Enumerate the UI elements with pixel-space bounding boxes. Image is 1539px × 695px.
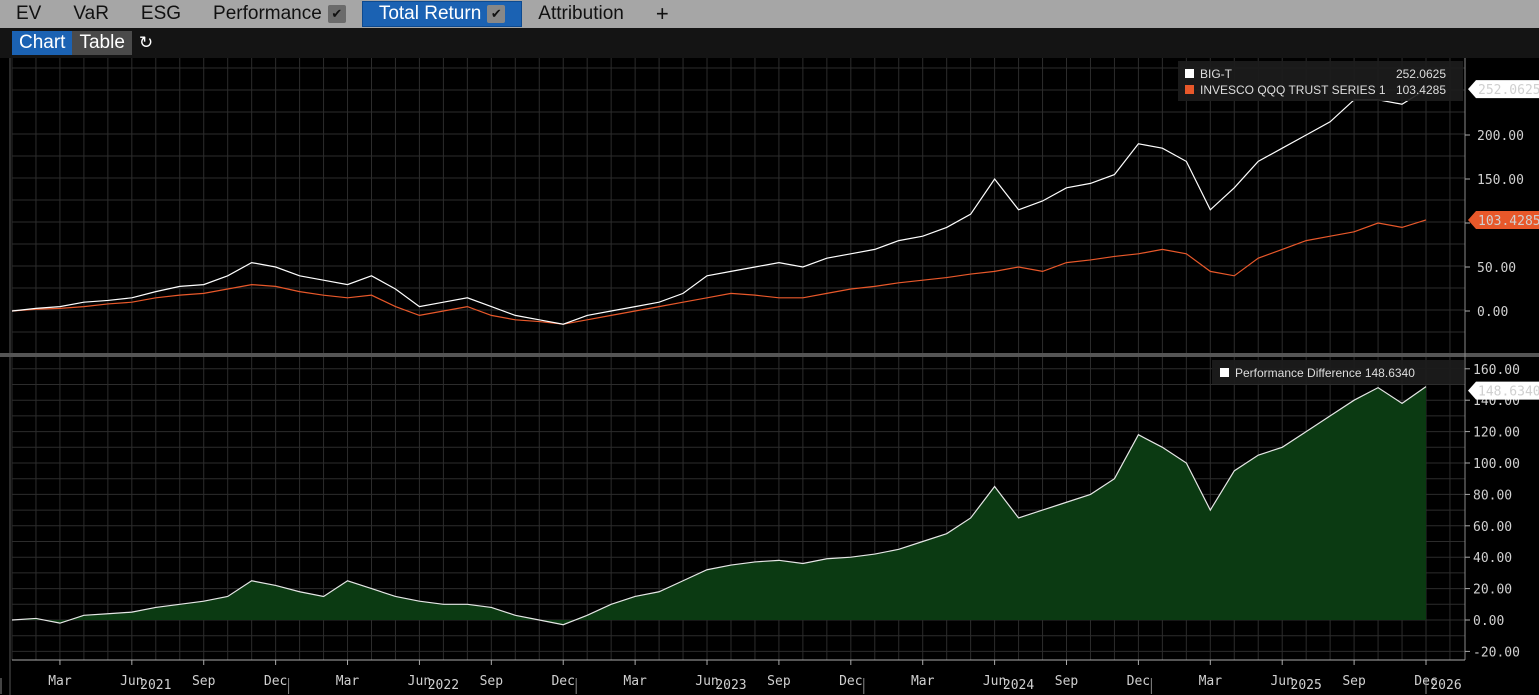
- x-tick-label: Dec: [839, 674, 862, 689]
- y-tick-label: 80.00: [1473, 488, 1512, 503]
- chart-area[interactable]: 0.00 50.00 100.00 150.00 200.00 -20.00 0.00 20.…: [0, 58, 1539, 695]
- x-tick-label: Mar: [1199, 674, 1223, 689]
- x-tick-label: Dec: [551, 674, 574, 689]
- tab-ev[interactable]: EV: [0, 1, 57, 27]
- x-tick-label: Sep: [1055, 674, 1079, 689]
- tab-label: Total Return: [378, 3, 482, 24]
- bigt-last-tag: 252.0625: [1478, 83, 1539, 98]
- legend-label: BIG-T: [1200, 67, 1233, 81]
- legend-swatch-bigt: [1185, 69, 1194, 78]
- x-tick-label: Dec: [264, 674, 287, 689]
- y-tick-label: -20.00: [1473, 645, 1520, 660]
- y-tick-label: 40.00: [1473, 551, 1512, 566]
- legend-swatch-diff: [1220, 368, 1229, 377]
- x-year-label: 2026: [1430, 678, 1461, 693]
- x-year-label: 2024: [1003, 678, 1034, 693]
- legend-value: 103.4285: [1396, 83, 1446, 97]
- tab-label: EV: [16, 3, 42, 24]
- add-tab-button[interactable]: +: [640, 1, 685, 27]
- x-tick-label: Mar: [48, 674, 72, 689]
- tab-performance[interactable]: Performance ✔: [197, 1, 362, 27]
- tab-label: Performance: [213, 3, 322, 24]
- x-year-label: 2022: [428, 678, 459, 693]
- panel-divider: [0, 353, 1539, 357]
- y-tick-label: 0.00: [1473, 614, 1504, 629]
- y-tick-label: 20.00: [1473, 583, 1512, 598]
- x-tick-label: Dec: [1127, 674, 1150, 689]
- y-tick-label: 0.00: [1477, 305, 1508, 320]
- bigt-line: [11, 88, 1427, 325]
- y-tick-label: 60.00: [1473, 520, 1512, 535]
- diff-last-tag: 148.6340: [1478, 385, 1539, 400]
- x-tick-label: Sep: [767, 674, 791, 689]
- table-view-button[interactable]: Table: [72, 31, 132, 55]
- tab-label: ESG: [140, 3, 182, 24]
- chart-view-button[interactable]: Chart: [12, 31, 73, 55]
- x-tick-label: Mar: [336, 674, 360, 689]
- y-tick-label: 150.00: [1477, 173, 1524, 188]
- x-year-label: 2021: [140, 678, 171, 693]
- x-tick-label: Sep: [480, 674, 504, 689]
- qqq-last-tag: 103.4285: [1478, 214, 1539, 229]
- view-toolbar: Chart Table ↻: [0, 28, 1539, 58]
- y-tick-label: 100.00: [1473, 457, 1520, 472]
- y-tick-label: 200.00: [1477, 129, 1524, 144]
- tab-bar: EV VaR ESG Performance ✔ Total Return ✔ At…: [0, 0, 1539, 28]
- x-year-label: 2025: [1291, 678, 1322, 693]
- tab-total-return[interactable]: Total Return ✔: [361, 1, 523, 27]
- y-tick-label: 160.00: [1473, 363, 1520, 378]
- checkbox-icon[interactable]: ✔: [487, 5, 506, 23]
- x-tick-label: Mar: [623, 674, 647, 689]
- x-year-label: 2023: [715, 678, 746, 693]
- y-tick-label: 120.00: [1473, 426, 1520, 441]
- refresh-icon[interactable]: ↻: [132, 31, 160, 55]
- x-tick-label: Sep: [1342, 674, 1366, 689]
- legend-swatch-qqq: [1185, 85, 1194, 94]
- y-tick-label: 50.00: [1477, 261, 1516, 276]
- x-tick-label: Mar: [911, 674, 935, 689]
- checkbox-icon[interactable]: ✔: [327, 5, 346, 23]
- legend-value: 252.0625: [1396, 67, 1446, 81]
- qqq-line: [11, 219, 1427, 325]
- legend-label: Performance Difference 148.6340: [1235, 366, 1415, 380]
- tab-attribution[interactable]: Attribution: [522, 1, 640, 27]
- legend-label: INVESCO QQQ TRUST SERIES 1: [1200, 83, 1386, 97]
- tab-label: Attribution: [538, 3, 624, 24]
- tab-var[interactable]: VaR: [57, 1, 125, 27]
- tab-label: VaR: [73, 3, 109, 24]
- x-tick-label: Sep: [192, 674, 216, 689]
- tab-esg[interactable]: ESG: [125, 1, 197, 27]
